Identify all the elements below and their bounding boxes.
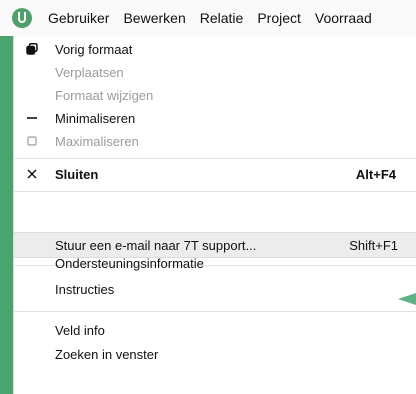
menu-separator xyxy=(14,311,416,312)
menubar-item-relatie[interactable]: Relatie xyxy=(194,0,252,36)
menu-bar: Gebruiker Bewerken Relatie Project Voorr… xyxy=(0,0,416,36)
menu-separator xyxy=(14,191,416,192)
menu-item-label: Vorig formaat xyxy=(55,41,133,57)
menu-item-label: Minimaliseren xyxy=(55,110,136,126)
menubar-item-voorraad[interactable]: Voorraad xyxy=(309,0,380,36)
menu-item-label: Formaat wijzigen xyxy=(55,87,154,103)
menu-item-label: Instructies xyxy=(55,281,115,297)
menu-item-label: Verplaatsen xyxy=(55,64,124,80)
menubar-item-bewerken[interactable]: Bewerken xyxy=(117,0,193,36)
menu-item-support-info[interactable]: Ondersteuningsinformatie xyxy=(14,250,416,276)
minimize-icon xyxy=(24,110,40,126)
menu-item-label: Sluiten xyxy=(55,166,99,182)
menu-item-maximize[interactable]: Maximaliseren xyxy=(14,128,416,154)
menubar-item-project[interactable]: Project xyxy=(251,0,309,36)
pointer-arrow-icon xyxy=(398,293,416,305)
menu-item-label: Zoeken in venster xyxy=(55,346,159,362)
app-logo-icon[interactable] xyxy=(12,8,32,28)
restore-window-icon xyxy=(24,41,40,57)
menubar-item-gebruiker[interactable]: Gebruiker xyxy=(42,0,117,36)
maximize-icon xyxy=(24,133,40,149)
menu-item-label: Maximaliseren xyxy=(55,133,139,149)
menu-item-label: Veld info xyxy=(55,322,105,338)
menu-item-search-window[interactable]: Zoeken in venster xyxy=(14,341,416,367)
menu-separator xyxy=(14,158,416,159)
menu-item-close[interactable]: Sluiten Alt+F4 xyxy=(14,161,416,187)
menu-item-field-info[interactable]: Veld info xyxy=(14,317,416,343)
close-icon xyxy=(24,166,40,182)
menu-item-instructions[interactable]: Instructies xyxy=(14,276,416,302)
menu-item-label: Ondersteuningsinformatie xyxy=(55,255,204,271)
menu-item-shortcut: Alt+F4 xyxy=(355,166,396,182)
system-menu: Vorig formaat Verplaatsen Formaat wijzig… xyxy=(13,36,416,394)
